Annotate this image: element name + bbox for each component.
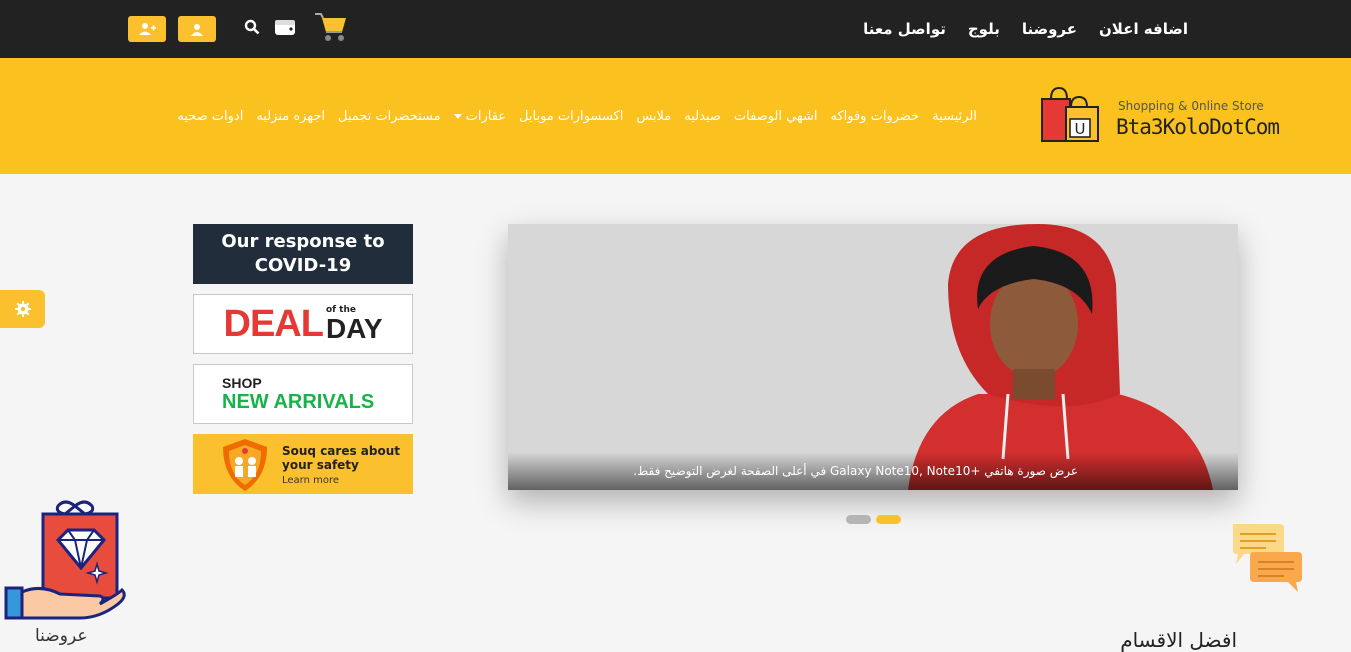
user-plus-icon (139, 23, 156, 35)
offers-floating-widget[interactable]: عروضنا (0, 498, 130, 652)
carousel-indicator-active[interactable] (876, 515, 901, 524)
hero-slide-image (508, 224, 1238, 490)
search-button[interactable] (244, 19, 260, 39)
covid-line2: COVID-19 (254, 255, 352, 276)
deal-word: DEAL (223, 302, 324, 345)
nav-item-cosmetics[interactable]: مستحضرات تجميل (338, 109, 441, 124)
wallet-button[interactable] (274, 18, 296, 40)
top-links: اضافه اعلان عروضنا بلوج تواصل معنا (863, 0, 1188, 58)
wallet-icon (275, 20, 295, 35)
deal-of-the-day: of the DAY (325, 305, 383, 344)
top-icons (128, 0, 348, 58)
carousel-indicators (846, 515, 901, 524)
nav-item-pharmacy[interactable]: صيدليه (684, 109, 721, 124)
arrivals-line2: NEW ARRIVALS (222, 391, 375, 413)
nav-item-real-estate[interactable]: عقارات (453, 108, 507, 124)
arrivals-line1: SHOP (222, 375, 262, 391)
offers-label: عروضنا (35, 626, 88, 646)
souq-learn-more[interactable]: Learn more (282, 475, 339, 486)
search-icon (244, 19, 260, 35)
top-link-contact[interactable]: تواصل معنا (863, 20, 946, 38)
chevron-down-icon (453, 113, 462, 119)
carousel-caption-bar: عرض صورة هاتفي +Galaxy Note10, Note10 في… (508, 452, 1238, 490)
login-button[interactable] (178, 16, 216, 42)
logo-name: Bta3KoloDotCom (1116, 115, 1280, 139)
chat-bubbles-icon (1233, 524, 1302, 592)
deal-day: DAY (325, 312, 383, 344)
chat-floating-widget[interactable] (1230, 522, 1304, 598)
nav-item-clothes[interactable]: ملابس (636, 109, 671, 124)
nav-item-mobile-accessories[interactable]: اكسسوارات موبايل (519, 109, 623, 124)
user-icon (191, 23, 203, 36)
nav-item-health-tools[interactable]: ادوات صحيه (177, 109, 243, 124)
top-bar: اضافه اعلان عروضنا بلوج تواصل معنا (0, 0, 1351, 58)
covid-banner[interactable]: Our response to COVID-19 (193, 224, 413, 284)
section-title: افضل الاقسام (1120, 628, 1237, 652)
shopping-bags-icon: U (1041, 86, 1099, 142)
register-button[interactable] (128, 16, 166, 42)
gift-hand-icon (4, 500, 126, 620)
nav-item-real-estate-label: عقارات (465, 108, 507, 124)
cart-icon (315, 13, 346, 41)
settings-tab[interactable] (0, 290, 45, 328)
main-header: U Shopping & 0nline Store Bta3KoloDotCom… (0, 58, 1351, 174)
gear-icon (14, 301, 31, 317)
nav-item-vegetables[interactable]: خضروات وفواكه (830, 109, 919, 124)
logo-bag-letter: U (1075, 120, 1086, 138)
main-nav: الرئيسية خضروات وفواكه اشهي الوصفات صيدل… (177, 58, 977, 174)
logo-tagline: Shopping & 0nline Store (1118, 99, 1264, 113)
top-link-blog[interactable]: بلوج (968, 20, 1000, 38)
carousel-indicator[interactable] (846, 515, 871, 524)
carousel-caption: عرض صورة هاتفي +Galaxy Note10, Note10 في… (633, 464, 1078, 478)
top-link-offers[interactable]: عروضنا (1022, 20, 1077, 38)
deal-of-the-day-banner[interactable]: DEAL of the DAY (193, 294, 413, 354)
nav-item-home-appliances[interactable]: اجهزه منزليه (256, 109, 325, 124)
shield-icon (223, 439, 267, 491)
souq-line1: Souq cares about your safety (282, 444, 400, 472)
top-link-add-ad[interactable]: اضافه اعلان (1099, 20, 1188, 38)
nav-item-recipes[interactable]: اشهي الوصفات (734, 109, 818, 124)
new-arrivals-banner[interactable]: SHOP NEW ARRIVALS (193, 364, 413, 424)
souq-safety-banner[interactable]: Souq cares about your safety Learn more (193, 434, 413, 494)
hero-carousel[interactable]: عرض صورة هاتفي +Galaxy Note10, Note10 في… (508, 224, 1238, 490)
site-logo[interactable]: U Shopping & 0nline Store Bta3KoloDotCom (1040, 85, 1300, 145)
nav-item-home[interactable]: الرئيسية (932, 109, 977, 124)
covid-line1: Our response to (221, 231, 385, 252)
cart-button[interactable] (314, 11, 348, 47)
